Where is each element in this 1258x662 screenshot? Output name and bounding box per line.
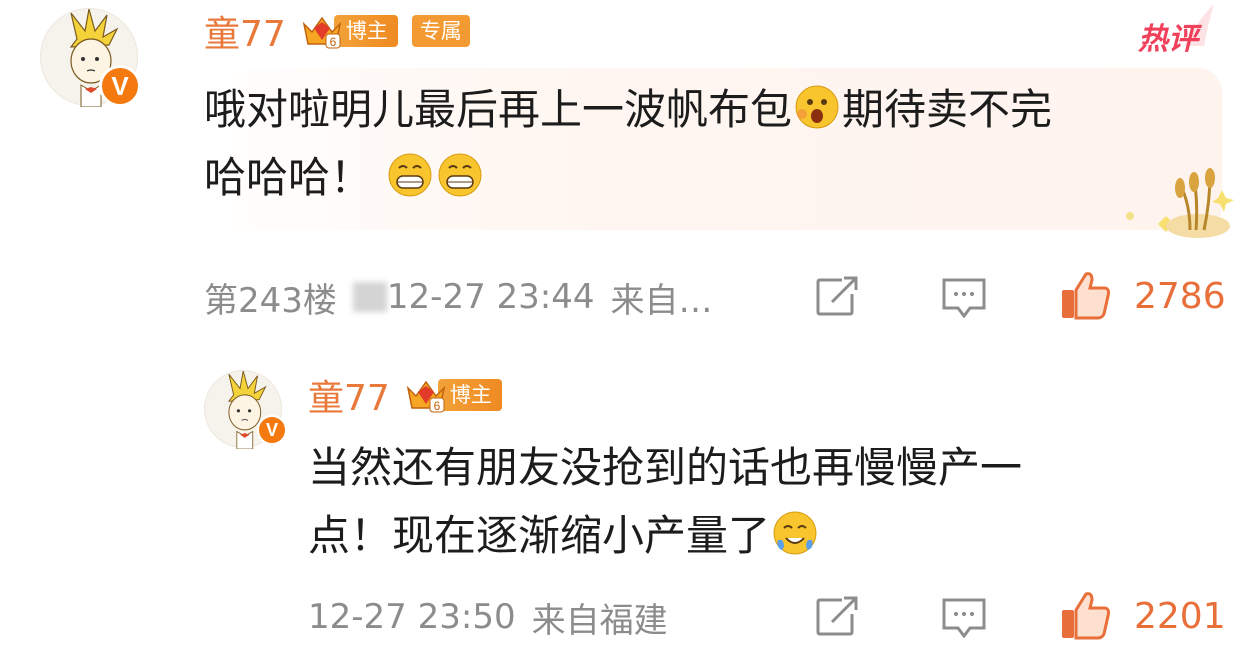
reply-comment-button[interactable] — [940, 596, 988, 638]
reply-blogger-badge[interactable]: 6 博主 — [404, 377, 502, 413]
blurred-mark — [352, 282, 387, 312]
content-text-line2: 哈哈哈！ — [204, 153, 373, 202]
crown-level-icon: 6 — [404, 376, 448, 414]
reply-source: 来自福建 — [531, 600, 668, 641]
comment-reply: V 童77 6 博主 当然还有朋友没抢到的话也再慢慢产一 点！现在逐渐缩小产量了… — [0, 340, 1258, 662]
wheat-decoration-icon — [1126, 168, 1234, 238]
reply-button[interactable] — [940, 276, 988, 318]
reply-content: 当然还有朋友没抢到的话也再慢慢产一 点！现在逐渐缩小产量了 — [308, 434, 1022, 570]
content-text: 哦对啦明儿最后再上一波帆布包 — [204, 85, 793, 134]
crown-level-icon: 6 — [300, 12, 344, 50]
like-button[interactable]: 2786 — [1058, 270, 1226, 322]
reply-forward-button[interactable] — [814, 596, 862, 638]
thumbs-up-icon — [1062, 272, 1110, 320]
exclusive-badge[interactable]: 专属 — [411, 15, 470, 47]
comment-icon — [942, 278, 986, 318]
floor-number: 第243楼 — [204, 280, 337, 321]
reply-avatar[interactable]: V — [204, 370, 287, 449]
thumbs-up-icon — [1062, 592, 1110, 640]
comment-time: 12-27 23:44 — [386, 277, 595, 317]
reply-like-count: 2201 — [1134, 595, 1226, 637]
name-row: 童77 6 博主 专属 — [204, 6, 470, 56]
reply-like-button[interactable]: 2201 — [1058, 590, 1226, 642]
reply-meta: 12-27 23:50 来自福建 — [308, 592, 684, 642]
verified-badge-icon: V — [99, 65, 141, 107]
grin-emoji-icon — [387, 150, 433, 197]
surprised-emoji-icon — [794, 82, 840, 129]
comment-main: V 童77 6 博主 专属 热评 哦对啦明儿最后再上一波帆布包 期待卖不完 哈哈哈… — [0, 0, 1258, 340]
svg-text:6: 6 — [329, 35, 336, 49]
reply-text-line1: 当然还有朋友没抢到的话也再慢慢产一 — [308, 443, 1023, 492]
share-icon — [816, 596, 858, 636]
reply-text-line2: 点！现在逐渐缩小产量了 — [308, 511, 771, 560]
reply-username[interactable]: 童77 — [308, 369, 390, 421]
verified-badge-icon: V — [257, 415, 287, 445]
blogger-badge[interactable]: 6 博主 — [300, 13, 398, 49]
forward-button[interactable] — [814, 276, 862, 318]
content-text-continued: 期待卖不完 — [842, 85, 1053, 134]
svg-text:6: 6 — [433, 399, 440, 413]
comment-source: 来自… — [610, 280, 713, 321]
comment-meta: 第243楼 12-27 23:44 来自… — [204, 272, 729, 322]
reply-name-row: 童77 6 博主 — [308, 370, 502, 420]
hot-comment-label: 热评 — [1138, 22, 1198, 57]
like-count: 2786 — [1134, 275, 1226, 317]
comment-content: 哦对啦明儿最后再上一波帆布包 期待卖不完 哈哈哈！ — [204, 76, 1052, 212]
username[interactable]: 童77 — [204, 5, 286, 57]
avatar[interactable]: V — [40, 8, 141, 107]
reply-time: 12-27 23:50 — [308, 597, 516, 637]
grin-emoji-icon — [437, 150, 483, 197]
comment-icon — [942, 598, 986, 638]
share-icon — [816, 276, 858, 316]
sweat-smile-emoji-icon — [772, 508, 818, 555]
